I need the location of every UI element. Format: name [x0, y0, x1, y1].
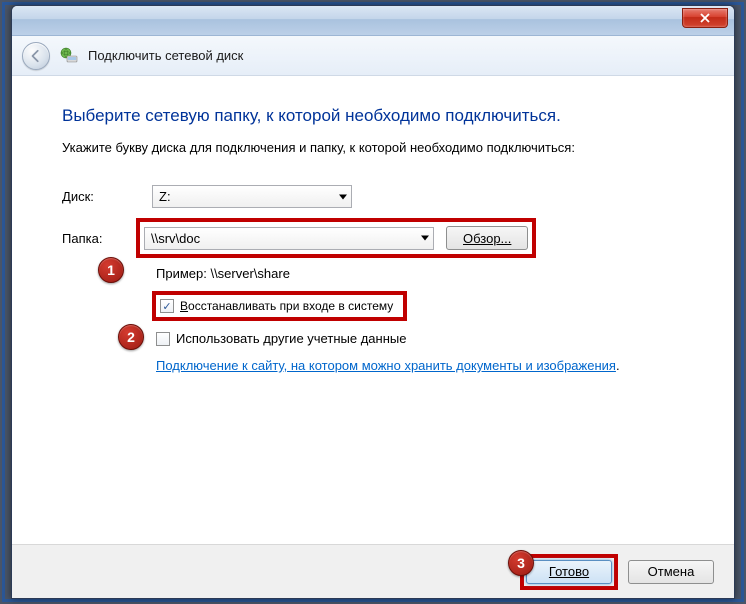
other-credentials-label: Использовать другие учетные данные	[176, 331, 406, 346]
browse-button[interactable]: Обзор...	[446, 226, 528, 250]
close-button[interactable]	[682, 8, 728, 28]
annotation-badge-2: 2	[118, 324, 144, 350]
back-button[interactable]	[22, 42, 50, 70]
header-strip: Подключить сетевой диск	[12, 36, 734, 76]
reconnect-label: Восстанавливать при входе в систему	[180, 299, 393, 313]
folder-value: \\srv\doc	[151, 231, 200, 246]
annotation-badge-1: 1	[98, 257, 124, 283]
folder-label: Папка:	[62, 231, 106, 246]
drive-combo[interactable]: Z:	[152, 185, 352, 208]
cancel-button[interactable]: Отмена	[628, 560, 714, 584]
titlebar	[12, 6, 734, 36]
finish-button[interactable]: Готово	[526, 560, 612, 584]
network-drive-icon	[60, 47, 78, 65]
link-period: .	[616, 358, 620, 373]
other-credentials-checkbox[interactable]	[156, 332, 170, 346]
wizard-window: Подключить сетевой диск Выберите сетевую…	[11, 5, 735, 599]
drive-label: Диск:	[62, 189, 112, 204]
drive-value: Z:	[159, 189, 171, 204]
chevron-down-icon	[339, 194, 347, 199]
arrow-left-icon	[29, 49, 43, 63]
page-heading: Выберите сетевую папку, к которой необхо…	[62, 106, 698, 126]
close-icon	[700, 13, 710, 23]
other-credentials-row: Использовать другие учетные данные	[156, 331, 698, 346]
window-title: Подключить сетевой диск	[88, 48, 243, 63]
reconnect-checkbox[interactable]: ✓	[160, 299, 174, 313]
drive-row: Диск: Z:	[62, 185, 698, 208]
reconnect-highlight-box: ✓ Восстанавливать при входе в систему	[152, 291, 407, 321]
instruction-text: Укажите букву диска для подключения и па…	[62, 140, 698, 155]
chevron-down-icon	[421, 236, 429, 241]
website-link[interactable]: Подключение к сайту, на котором можно хр…	[156, 358, 616, 373]
annotation-badge-3: 3	[508, 550, 534, 576]
example-text: Пример: \\server\share	[156, 266, 698, 281]
folder-combo[interactable]: \\srv\doc	[144, 227, 434, 250]
footer: 3 Готово Отмена	[12, 544, 734, 598]
finish-highlight-box: Готово	[520, 554, 618, 590]
folder-highlight-box: \\srv\doc Обзор...	[136, 218, 536, 258]
folder-row: Папка: \\srv\doc Обзор...	[62, 218, 698, 258]
